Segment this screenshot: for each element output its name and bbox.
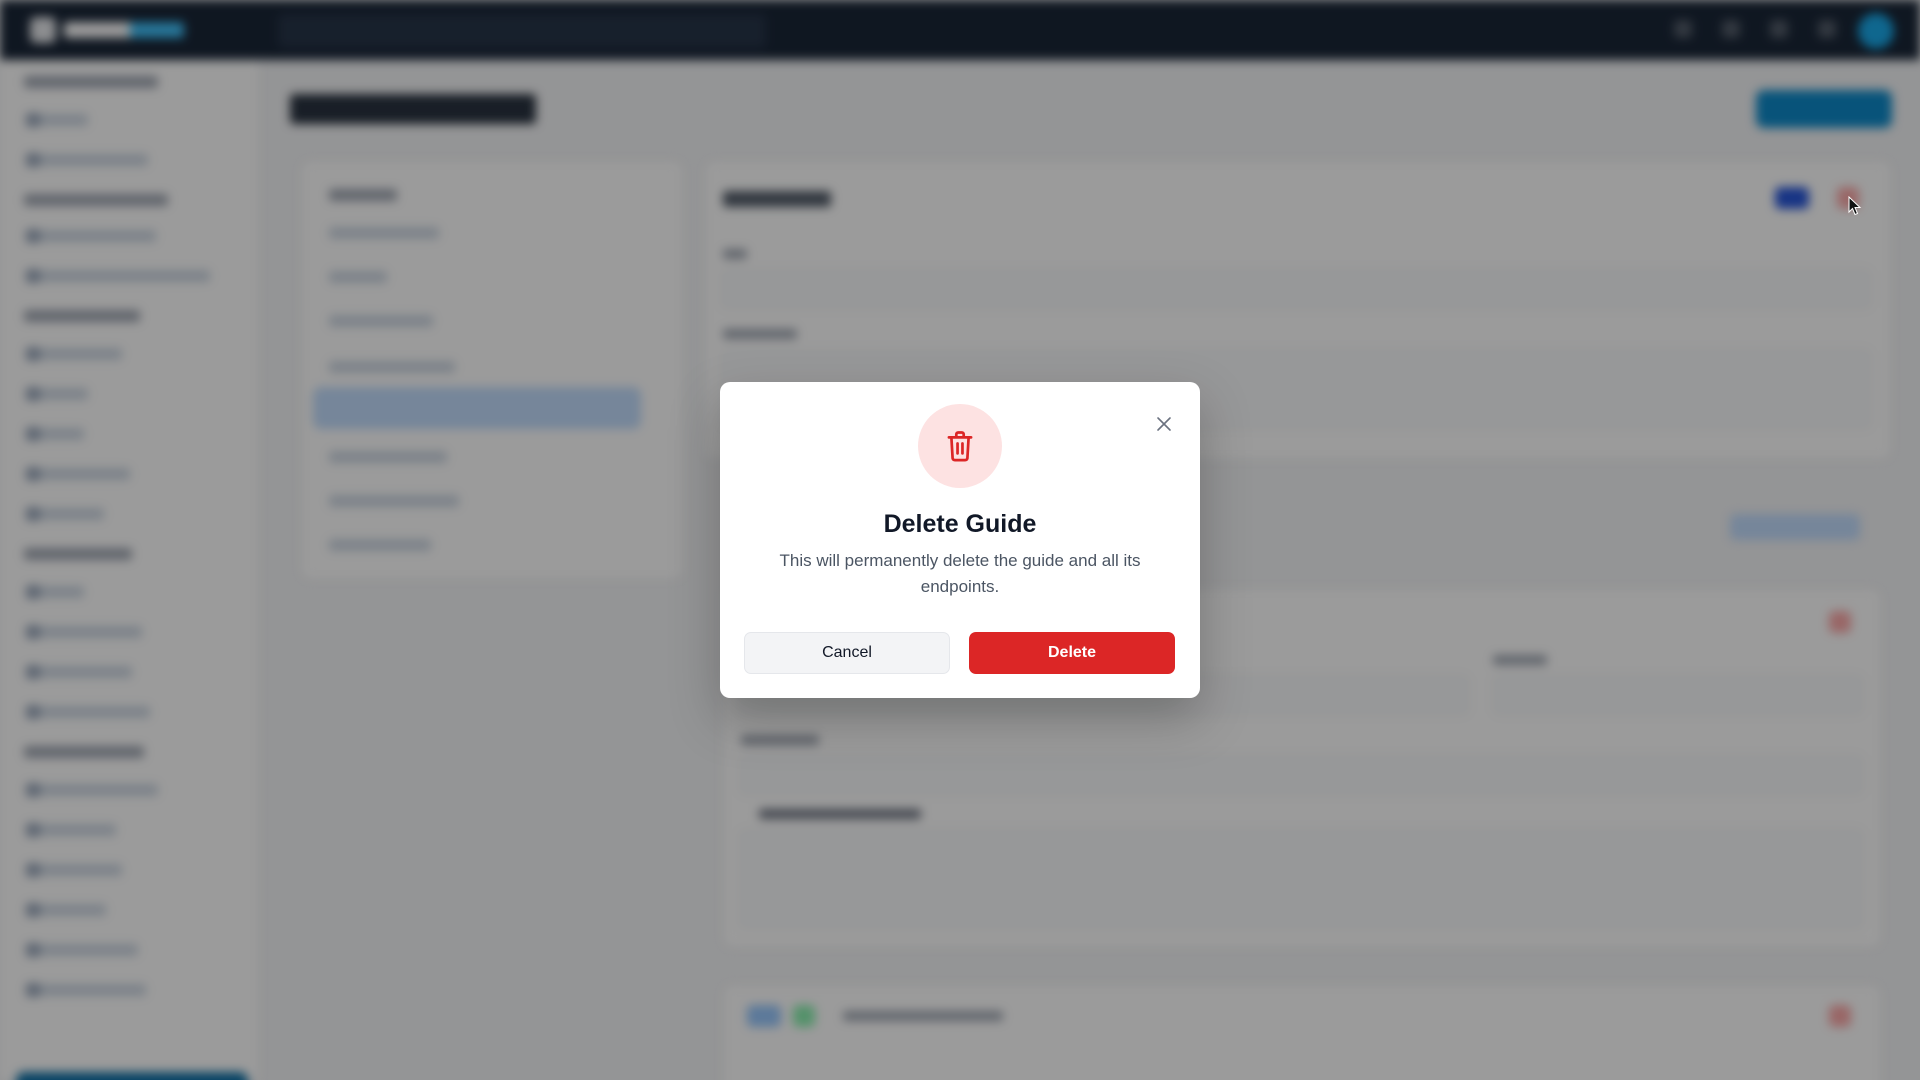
dialog-title: Delete Guide: [883, 510, 1037, 538]
cancel-button[interactable]: Cancel: [744, 632, 950, 674]
delete-guide-dialog: Delete Guide This will permanently delet…: [720, 382, 1200, 698]
trash-icon: [947, 431, 973, 462]
delete-button[interactable]: Delete: [969, 632, 1175, 674]
trash-icon-container: [918, 404, 1002, 488]
close-icon[interactable]: [1152, 412, 1176, 436]
mouse-cursor-icon: [1848, 196, 1862, 216]
dialog-message: This will permanently delete the guide a…: [779, 551, 1141, 596]
